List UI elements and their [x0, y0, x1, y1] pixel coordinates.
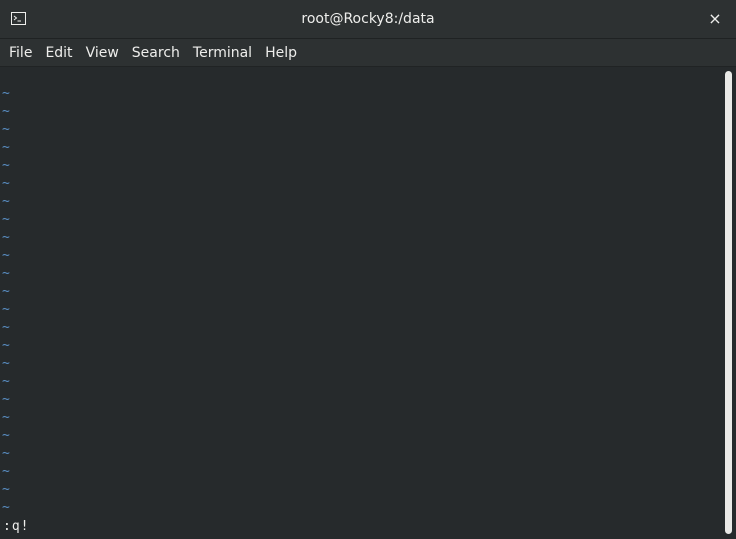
menu-edit[interactable]: Edit [40, 39, 77, 67]
tilde-line: ~ [2, 230, 10, 245]
menu-terminal[interactable]: Terminal [188, 39, 257, 67]
vertical-scrollbar[interactable] [722, 67, 736, 539]
tilde-line: ~ [2, 338, 10, 353]
tilde-line: ~ [2, 122, 10, 137]
tilde-line: ~ [2, 392, 10, 407]
tilde-line: ~ [2, 356, 10, 371]
tilde-line: ~ [2, 140, 10, 155]
close-icon[interactable]: × [706, 9, 724, 29]
tilde-line: ~ [2, 176, 10, 191]
title-bar[interactable]: root@Rocky8:/data × [0, 0, 736, 39]
terminal-area[interactable]: ~ ~ ~ ~ ~ ~ ~ ~ ~ ~ ~ ~ ~ ~ ~ ~ ~ ~ ~ ~ … [0, 67, 722, 539]
tilde-line: ~ [2, 446, 10, 461]
tilde-line: ~ [2, 302, 10, 317]
tilde-line: ~ [2, 410, 10, 425]
terminal-icon [11, 12, 26, 25]
vim-command-line[interactable]: :q! [3, 518, 29, 536]
tilde-line: ~ [2, 374, 10, 389]
tilde-line: ~ [2, 284, 10, 299]
tilde-line: ~ [2, 212, 10, 227]
menu-view[interactable]: View [81, 39, 124, 67]
menu-search[interactable]: Search [127, 39, 185, 67]
menu-help[interactable]: Help [260, 39, 302, 67]
window-title: root@Rocky8:/data [301, 11, 435, 27]
menu-file[interactable]: File [4, 39, 37, 67]
tilde-line: ~ [2, 464, 10, 479]
vim-empty-lines: ~ ~ ~ ~ ~ ~ ~ ~ ~ ~ ~ ~ ~ ~ ~ ~ ~ ~ ~ ~ … [2, 85, 10, 517]
tilde-line: ~ [2, 194, 10, 209]
tilde-line: ~ [2, 482, 10, 497]
tilde-line: ~ [2, 500, 10, 515]
scrollbar-thumb[interactable] [725, 71, 732, 534]
tilde-line: ~ [2, 428, 10, 443]
tilde-line: ~ [2, 320, 10, 335]
tilde-line: ~ [2, 104, 10, 119]
tilde-line: ~ [2, 158, 10, 173]
tilde-line: ~ [2, 86, 10, 101]
menu-bar: File Edit View Search Terminal Help [0, 39, 736, 67]
tilde-line: ~ [2, 266, 10, 281]
tilde-line: ~ [2, 248, 10, 263]
terminal-window: root@Rocky8:/data × File Edit View Searc… [0, 0, 736, 539]
